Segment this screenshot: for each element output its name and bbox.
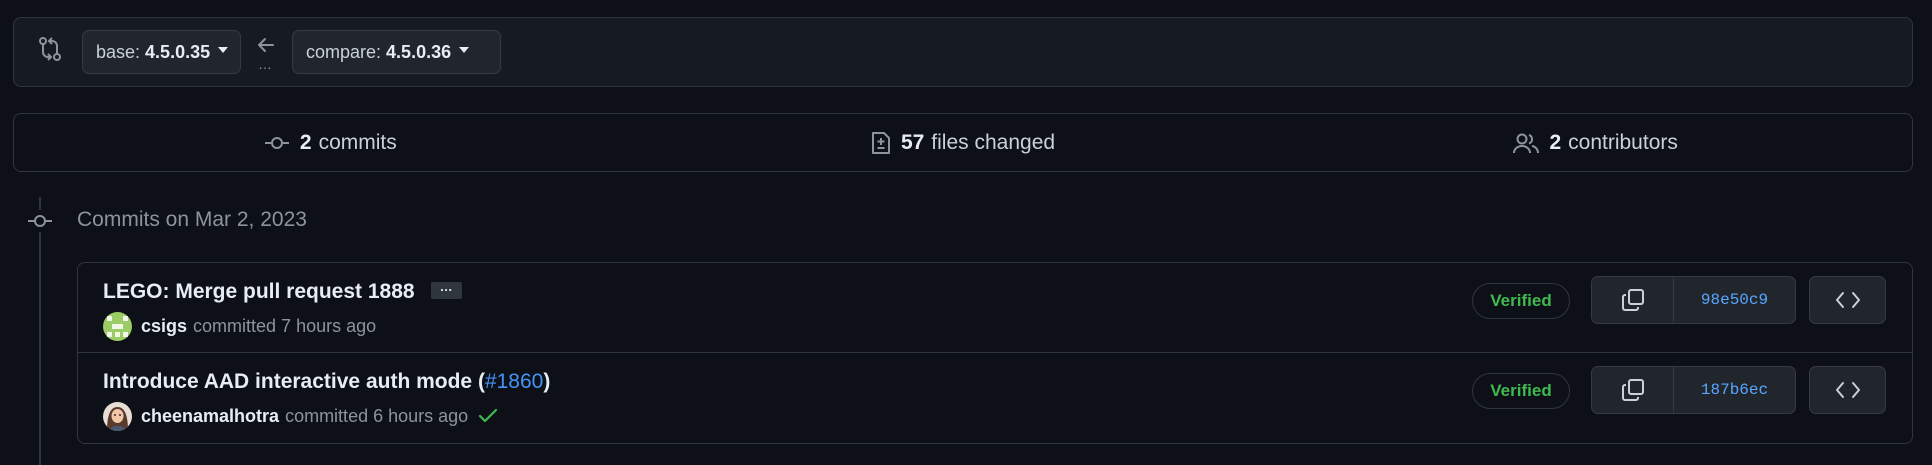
verified-badge[interactable]: Verified — [1472, 373, 1570, 409]
commit-meta: cheenamalhotra committed 6 hours ago — [103, 401, 498, 431]
arrow-left-icon[interactable] — [255, 34, 277, 56]
commit-title-suffix[interactable]: ) — [543, 370, 550, 393]
commit-title[interactable]: Introduce AAD interactive auth mode (#18… — [103, 370, 550, 394]
commit-row: Introduce AAD interactive auth mode (#18… — [78, 353, 1912, 443]
copy-sha-button[interactable] — [1592, 277, 1674, 323]
commit-row: LEGO: Merge pull request 1888 … csigs com… — [78, 263, 1912, 353]
people-icon — [1513, 133, 1540, 153]
timeline-line — [39, 197, 41, 465]
caret-down-icon — [218, 47, 229, 53]
commit-author[interactable]: csigs — [141, 316, 187, 337]
commit-title[interactable]: LEGO: Merge pull request 1888 … — [103, 280, 462, 304]
code-icon — [1835, 382, 1860, 398]
git-compare-icon — [39, 37, 61, 61]
commit-author[interactable]: cheenamalhotra — [141, 406, 279, 427]
base-branch-select[interactable]: base: 4.5.0.35 — [82, 30, 241, 74]
commit-meta: csigs committed 7 hours ago — [103, 311, 376, 341]
commit-title-text[interactable]: LEGO: Merge pull request 1888 — [103, 280, 415, 303]
files-label: files changed — [931, 130, 1056, 154]
commit-list: LEGO: Merge pull request 1888 … csigs com… — [77, 262, 1913, 444]
contributors-count: 2 — [1549, 130, 1562, 154]
expand-message-button[interactable]: … — [430, 280, 462, 299]
copy-icon — [1621, 289, 1644, 311]
commit-sha-link[interactable]: 187b6ec — [1674, 367, 1795, 413]
files-changed-tab[interactable]: 57 files changed — [647, 114, 1280, 171]
contributors-label: contributors — [1568, 130, 1678, 154]
git-commit-icon — [264, 136, 289, 149]
copy-sha-button[interactable] — [1592, 367, 1674, 413]
avatar[interactable] — [103, 311, 132, 341]
file-diff-icon — [871, 131, 890, 154]
copy-icon — [1621, 379, 1644, 401]
commit-sha-link[interactable]: 98e50c9 — [1674, 277, 1795, 323]
commit-action: committed 6 hours ago — [285, 405, 469, 426]
avatar[interactable] — [103, 401, 132, 431]
commit-title-text[interactable]: Introduce AAD interactive auth mode ( — [103, 370, 485, 393]
commit-sha-group: 98e50c9 — [1591, 276, 1796, 324]
base-prefix: base: — [96, 41, 141, 62]
contributors-tab[interactable]: 2 contributors — [1279, 114, 1912, 171]
code-icon — [1835, 292, 1860, 308]
verified-badge[interactable]: Verified — [1472, 283, 1570, 319]
compare-prefix: compare: — [306, 41, 382, 62]
compare-value: 4.5.0.36 — [386, 41, 452, 62]
success-check-icon[interactable] — [478, 408, 498, 424]
commits-count: 2 — [299, 130, 312, 154]
pull-request-link[interactable]: #1860 — [485, 370, 543, 393]
compare-branch-select[interactable]: compare: 4.5.0.36 — [292, 30, 501, 74]
commits-date-heading: Commits on Mar 2, 2023 — [77, 208, 307, 231]
git-commit-icon — [27, 210, 53, 232]
commits-tab[interactable]: 2 commits — [14, 114, 647, 171]
browse-repo-button[interactable] — [1809, 276, 1886, 324]
base-value: 4.5.0.35 — [145, 41, 211, 62]
commit-action: committed 7 hours ago — [193, 315, 377, 336]
swap-dots: … — [258, 56, 273, 72]
caret-down-icon — [459, 47, 470, 53]
comparison-summary: 2 commits 57 files changed 2 contributor… — [13, 113, 1913, 172]
browse-repo-button[interactable] — [1809, 366, 1886, 414]
commits-label: commits — [318, 130, 397, 154]
commit-sha-group: 187b6ec — [1591, 366, 1796, 414]
files-count: 57 — [900, 130, 925, 154]
